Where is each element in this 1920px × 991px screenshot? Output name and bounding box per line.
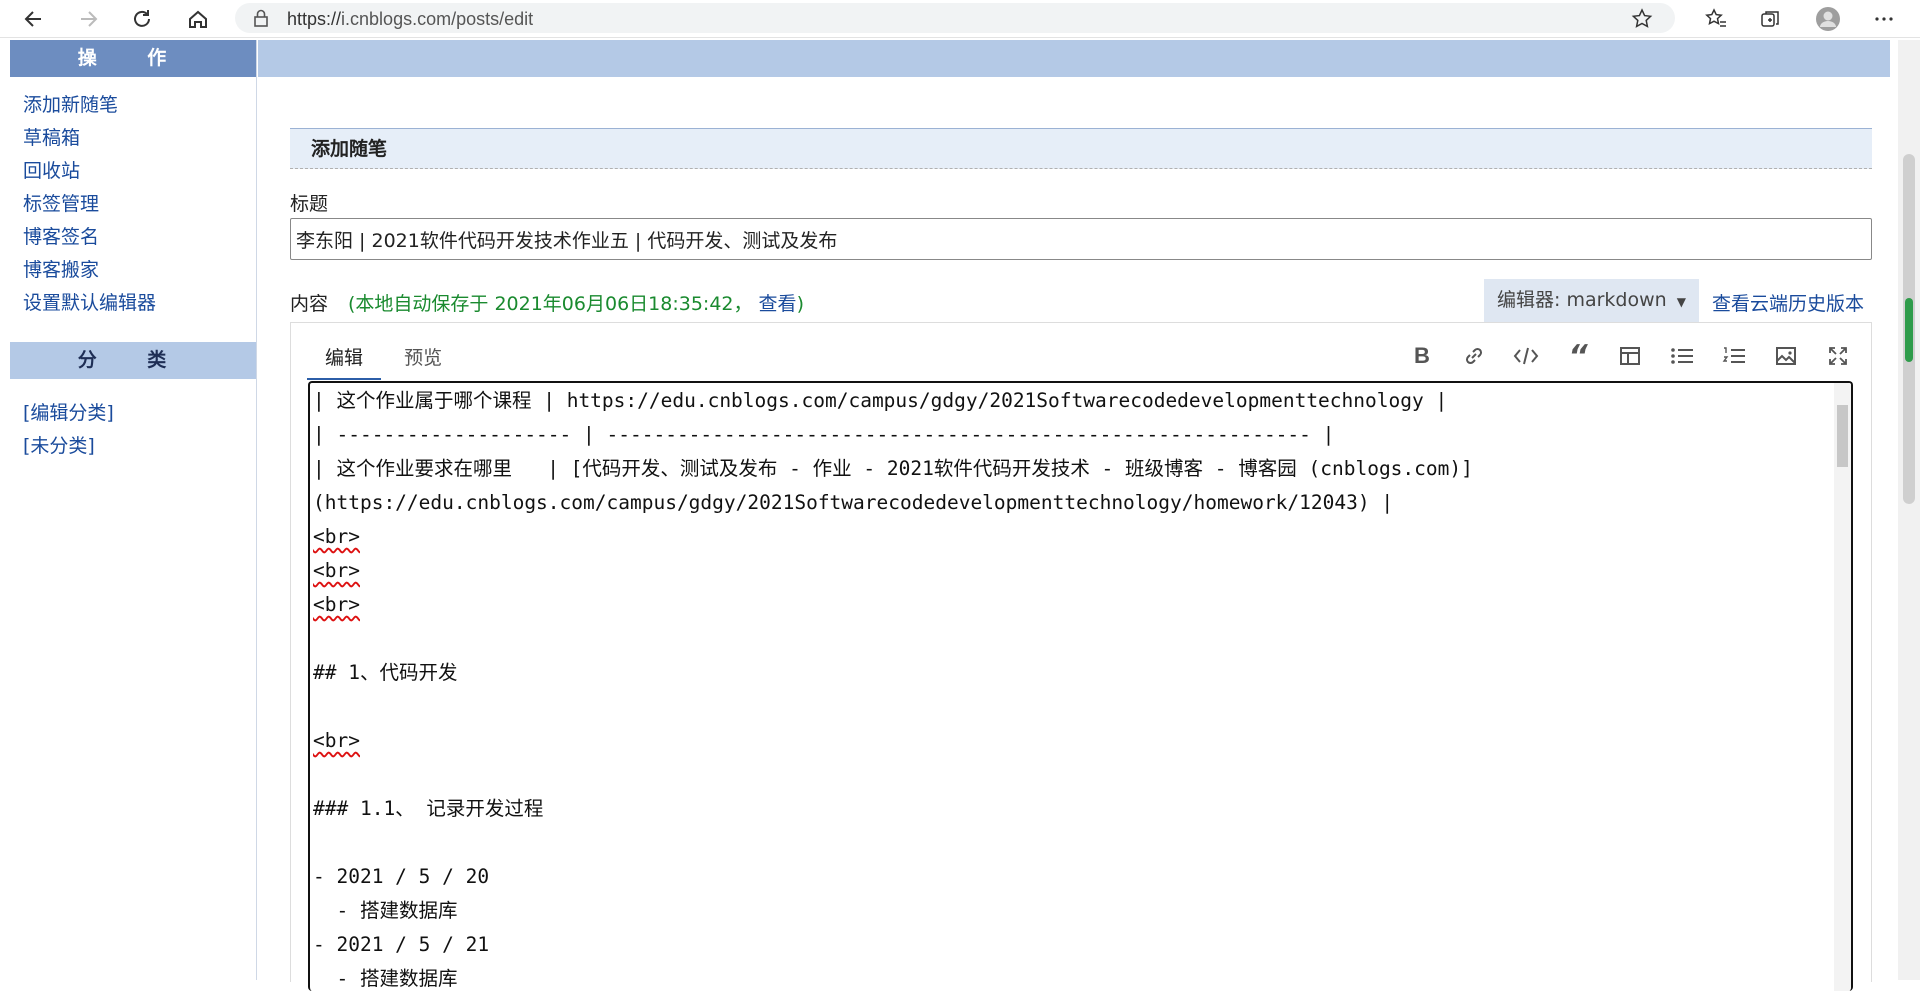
collections-icon[interactable]: [1756, 5, 1784, 33]
editor-line: | -------------------- | ---------------…: [313, 423, 1335, 446]
title-label: 标题: [290, 193, 329, 215]
favorites-add-icon[interactable]: [1631, 8, 1653, 34]
back-icon[interactable]: [20, 5, 48, 33]
sidebar-category-header: 分 类: [10, 342, 256, 379]
autosave-view-link[interactable]: 查看: [759, 293, 797, 315]
editor-line: ### 1.1、 记录开发过程: [313, 797, 544, 820]
editor-line: <br>: [313, 593, 360, 616]
editor-line: (https://edu.cnblogs.com/campus/gdgy/202…: [313, 491, 1394, 514]
numbered-list-icon[interactable]: [1717, 339, 1751, 373]
bullet-list-icon[interactable]: [1665, 339, 1699, 373]
sidebar-category-list: [编辑分类] [未分类]: [10, 379, 256, 463]
markdown-textarea[interactable]: | 这个作业属于哪个课程 | https://edu.cnblogs.com/c…: [308, 381, 1853, 991]
editor-line: | 这个作业属于哪个课程 | https://edu.cnblogs.com/c…: [313, 389, 1448, 412]
sidebar-item-add-post[interactable]: 添加新随笔: [23, 89, 256, 122]
page-title: 添加随笔: [290, 128, 1872, 169]
textarea-scroll-thumb[interactable]: [1837, 405, 1848, 467]
sidebar-item-tags[interactable]: 标签管理: [23, 188, 256, 221]
page-scrollbar[interactable]: [1898, 40, 1920, 980]
editor-line: - 2021 / 5 / 21: [313, 933, 490, 956]
cloud-history-link[interactable]: 查看云端历史版本: [1712, 289, 1864, 316]
table-icon[interactable]: [1613, 339, 1647, 373]
editor-line: <br>: [313, 559, 360, 582]
autosave-status: (本地自动保存于 2021年06月06日18:35:42， 查看): [348, 293, 804, 315]
more-menu-icon[interactable]: [1870, 5, 1898, 33]
editor-type-label: 编辑器: markdown: [1497, 289, 1667, 311]
editor-line: <br>: [313, 525, 360, 548]
sidebar-ops-header: 操 作: [10, 40, 256, 77]
quote-icon[interactable]: “: [1561, 339, 1595, 374]
bold-icon[interactable]: B: [1405, 339, 1439, 373]
main-content: 添加随笔 标题 内容 (本地自动保存于 2021年06月06日18:35:42，…: [290, 128, 1872, 991]
code-icon[interactable]: [1509, 339, 1543, 373]
profile-avatar-icon[interactable]: [1814, 5, 1842, 33]
editor-type-select[interactable]: 编辑器: markdown ▼: [1484, 279, 1699, 322]
forward-icon[interactable]: [74, 5, 102, 33]
sidebar-item-recycle-bin[interactable]: 回收站: [23, 155, 256, 188]
lock-icon[interactable]: [253, 9, 269, 31]
markdown-editor: 编辑 预览 B “ | 这个作业属于哪个课程 | https://edu.cnb…: [290, 322, 1872, 991]
sidebar-item-blog-move[interactable]: 博客搬家: [23, 254, 256, 287]
textarea-scrollbar[interactable]: [1834, 383, 1851, 991]
sidebar: 操 作 添加新随笔 草稿箱 回收站 标签管理 博客签名 博客搬家 设置默认编辑器…: [10, 40, 257, 980]
refresh-icon[interactable]: [128, 5, 156, 33]
sidebar-item-default-editor[interactable]: 设置默认编辑器: [23, 287, 256, 320]
editor-line: | 这个作业要求在哪里 | [代码开发、测试及发布 - 作业 - 2021软件代…: [313, 457, 1473, 480]
editor-line: ## 1、代码开发: [313, 661, 458, 684]
editor-line: <br>: [313, 729, 360, 752]
sidebar-item-drafts[interactable]: 草稿箱: [23, 122, 256, 155]
editor-toolbar: B “: [1405, 339, 1855, 374]
browser-toolbar: https://i.cnblogs.com/posts/edit: [0, 0, 1920, 38]
content-header: 内容 (本地自动保存于 2021年06月06日18:35:42， 查看) 编辑器…: [290, 277, 1872, 322]
favorites-icon[interactable]: [1702, 5, 1730, 33]
sidebar-item-uncategorized[interactable]: [未分类]: [23, 430, 256, 463]
sidebar-item-signature[interactable]: 博客签名: [23, 221, 256, 254]
editor-tabs: 编辑 预览: [307, 337, 460, 380]
home-icon[interactable]: [184, 5, 212, 33]
tab-preview[interactable]: 预览: [386, 337, 460, 378]
address-bar[interactable]: https://i.cnblogs.com/posts/edit: [235, 3, 1675, 33]
image-icon[interactable]: [1769, 339, 1803, 373]
sidebar-ops-list: 添加新随笔 草稿箱 回收站 标签管理 博客签名 博客搬家 设置默认编辑器: [10, 77, 256, 320]
tab-edit[interactable]: 编辑: [307, 337, 382, 380]
page-scroll-indicator: [1905, 298, 1913, 362]
editor-line: - 搭建数据库: [313, 967, 458, 990]
header-band: [258, 40, 1890, 77]
content-label: 内容: [290, 293, 329, 315]
caret-down-icon: ▼: [1676, 295, 1686, 309]
sidebar-item-edit-categories[interactable]: [编辑分类]: [23, 397, 256, 430]
editor-line: - 2021 / 5 / 20: [313, 865, 490, 888]
link-icon[interactable]: [1457, 339, 1491, 373]
fullscreen-icon[interactable]: [1821, 339, 1855, 373]
url-text: https://i.cnblogs.com/posts/edit: [287, 9, 534, 29]
title-input[interactable]: [290, 218, 1872, 260]
editor-line: - 搭建数据库: [313, 899, 458, 922]
